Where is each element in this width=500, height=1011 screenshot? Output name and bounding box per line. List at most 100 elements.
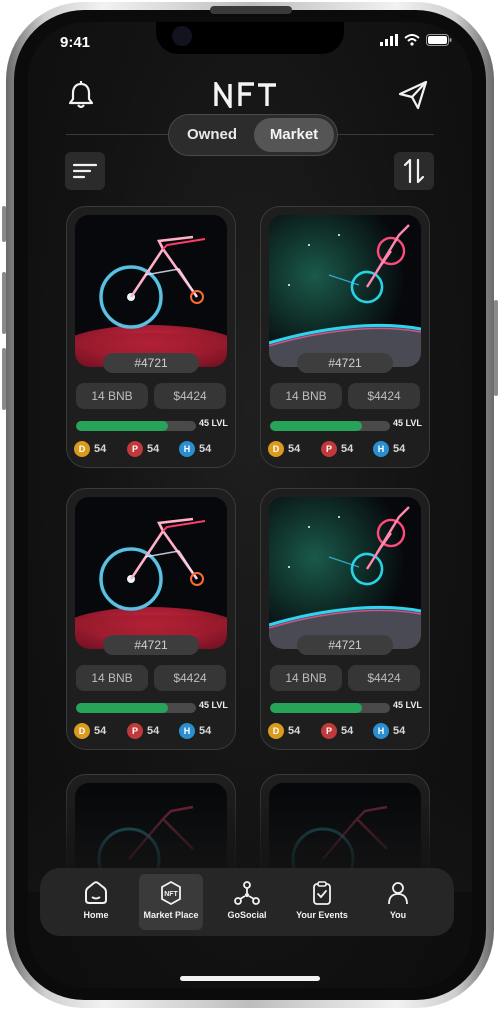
user-icon (388, 882, 408, 905)
level-progress-fill (76, 703, 169, 713)
stat-value: 54 (94, 725, 107, 737)
stat-d: D 54 (74, 723, 106, 739)
mute-switch (2, 206, 6, 242)
power-button (494, 300, 498, 396)
sort-button[interactable] (394, 152, 434, 190)
nft-badge-icon: NFT (161, 880, 181, 906)
tab-owned[interactable]: Owned (173, 118, 251, 152)
stat-value: 54 (341, 443, 354, 455)
tab-your-events[interactable]: Your Events (290, 874, 354, 930)
stat-value: 54 (288, 443, 301, 455)
signal-icon (380, 34, 398, 46)
level-label: 45 LVL (199, 700, 228, 710)
level-label: 45 LVL (199, 418, 228, 428)
svg-text:NFT: NFT (164, 891, 178, 898)
tab-gosocial[interactable]: GoSocial (215, 874, 279, 930)
nft-card[interactable]: #4721 14 BNB $4424 45 LVL D 54 P 54 H 54 (66, 206, 236, 468)
price-usd-button[interactable]: $4424 (348, 383, 420, 409)
stat-value: 54 (199, 443, 212, 455)
level-progress-fill (270, 703, 363, 713)
volume-up-button (2, 272, 6, 334)
stat-value: 54 (147, 443, 160, 455)
level-progress-fill (270, 421, 363, 431)
stat-h: H 54 (373, 441, 405, 457)
tab-label: Your Events (296, 910, 348, 920)
h-stat-icon: H (373, 723, 389, 739)
front-camera (172, 26, 192, 46)
nft-id-badge: #4721 (297, 353, 393, 373)
filter-button[interactable] (65, 152, 105, 190)
price-bnb-button[interactable]: 14 BNB (270, 383, 342, 409)
p-stat-icon: P (127, 723, 143, 739)
d-stat-icon: D (74, 441, 90, 457)
price-usd-button[interactable]: $4424 (154, 665, 226, 691)
stat-d: D 54 (74, 441, 106, 457)
tab-you[interactable]: You (366, 874, 430, 930)
stat-value: 54 (393, 725, 406, 737)
nft-artwork (75, 497, 227, 649)
p-stat-icon: P (321, 441, 337, 457)
nft-id-badge: #4721 (297, 635, 393, 655)
stat-h: H 54 (179, 723, 211, 739)
notch (156, 22, 344, 54)
header-divider-left (66, 134, 170, 135)
bottom-tab-bar: Home NFT Market Place GoSocial Your Even… (40, 868, 454, 936)
paper-plane-icon[interactable] (396, 78, 430, 112)
stat-d: D 54 (268, 441, 300, 457)
stat-p: P 54 (127, 441, 159, 457)
p-stat-icon: P (321, 723, 337, 739)
stat-d: D 54 (268, 723, 300, 739)
d-stat-icon: D (268, 441, 284, 457)
nft-card[interactable]: #4721 14 BNB $4424 45 LVL D 54 P 54 H 54 (66, 488, 236, 750)
nft-card[interactable]: #4721 14 BNB $4424 45 LVL D 54 P 54 H 54 (260, 206, 430, 468)
status-time: 9:41 (60, 34, 91, 51)
d-stat-icon: D (268, 723, 284, 739)
tab-home[interactable]: Home (64, 874, 128, 930)
level-label: 45 LVL (393, 418, 422, 428)
header-divider-right (330, 134, 434, 135)
stat-p: P 54 (321, 723, 353, 739)
stat-value: 54 (288, 725, 301, 737)
network-icon (234, 881, 260, 905)
tab-label: Home (83, 910, 109, 920)
tab-label: You (389, 910, 407, 920)
nft-artwork (269, 497, 421, 649)
nft-logo (214, 82, 276, 108)
stat-value: 54 (94, 443, 107, 455)
tab-label: GoSocial (227, 910, 267, 920)
level-label: 45 LVL (393, 700, 422, 710)
tab-market-place[interactable]: NFT Market Place (139, 874, 203, 930)
price-usd-button[interactable]: $4424 (154, 383, 226, 409)
bell-icon[interactable] (64, 78, 98, 112)
nft-artwork (75, 215, 227, 367)
h-stat-icon: H (179, 723, 195, 739)
earpiece-speaker (210, 6, 292, 14)
level-progress-bar (76, 703, 196, 713)
battery-icon (426, 34, 452, 46)
clipboard-check-icon (313, 881, 331, 905)
sort-arrows-icon (403, 158, 425, 184)
stat-h: H 54 (179, 441, 211, 457)
level-progress-bar (270, 703, 390, 713)
h-stat-icon: H (373, 441, 389, 457)
nft-card[interactable]: #4721 14 BNB $4424 45 LVL D 54 P 54 H 54 (260, 488, 430, 750)
level-progress-fill (76, 421, 169, 431)
p-stat-icon: P (127, 441, 143, 457)
price-bnb-button[interactable]: 14 BNB (76, 383, 148, 409)
stat-value: 54 (393, 443, 406, 455)
nft-artwork (269, 215, 421, 367)
level-progress-bar (76, 421, 196, 431)
stat-value: 54 (199, 725, 212, 737)
home-icon (85, 881, 107, 904)
price-bnb-button[interactable]: 14 BNB (76, 665, 148, 691)
tab-label: Market Place (143, 910, 199, 920)
level-progress-bar (270, 421, 390, 431)
price-usd-button[interactable]: $4424 (348, 665, 420, 691)
filter-lines-icon (72, 163, 98, 179)
stat-h: H 54 (373, 723, 405, 739)
owned-market-toggle: Owned Market (168, 114, 338, 156)
price-bnb-button[interactable]: 14 BNB (270, 665, 342, 691)
h-stat-icon: H (179, 441, 195, 457)
tab-market[interactable]: Market (254, 118, 334, 152)
stat-value: 54 (147, 725, 160, 737)
